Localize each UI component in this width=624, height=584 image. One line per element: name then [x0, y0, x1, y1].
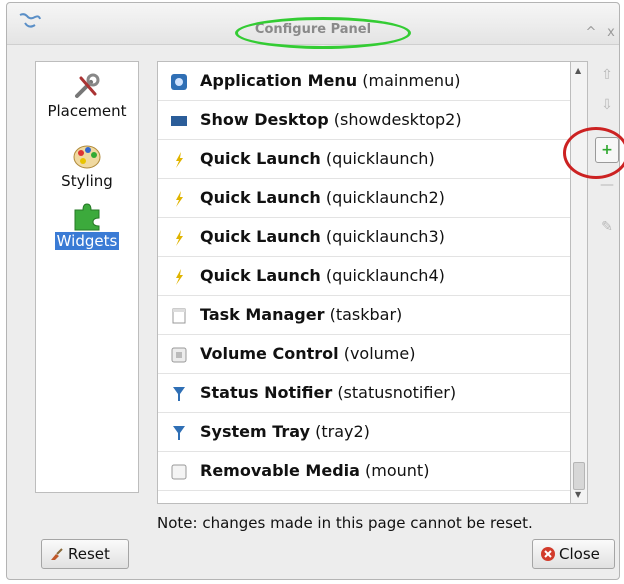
list-item[interactable]: Task Manager (taskbar) [158, 296, 570, 335]
widget-id: (mount) [365, 461, 430, 480]
list-item[interactable]: Status Notifier (statusnotifier) [158, 374, 570, 413]
wrench-screwdriver-icon [75, 73, 100, 98]
scroll-down-arrow-icon[interactable]: ▼ [575, 490, 581, 499]
reset-button-label: Reset [68, 545, 110, 563]
scrollbar-thumb[interactable] [573, 462, 585, 490]
list-item[interactable]: Removable Media (mount) [158, 452, 570, 491]
widget-id: (quicklaunch2) [325, 188, 445, 207]
paint-palette-icon [73, 145, 101, 169]
sidebar-item-styling[interactable]: Styling [36, 140, 138, 190]
desktop-icon [171, 116, 187, 126]
list-item[interactable]: Show Desktop (showdesktop2) [158, 101, 570, 140]
widget-name: System Tray [200, 422, 310, 441]
puzzle-piece-icon [74, 203, 100, 231]
widget-name: Show Desktop [200, 110, 329, 129]
list-item[interactable]: Application Menu (mainmenu) [158, 62, 570, 101]
sidebar-item-label: Styling [61, 172, 113, 190]
widget-name: Quick Launch [200, 149, 321, 168]
list-item[interactable]: Quick Launch (quicklaunch4) [158, 257, 570, 296]
widget-id: (quicklaunch3) [325, 227, 445, 246]
list-item[interactable]: Quick Launch (quicklaunch2) [158, 179, 570, 218]
widget-id: (taskbar) [329, 305, 403, 324]
widget-id: (statusnotifier) [337, 383, 457, 402]
sidebar-item-widgets[interactable]: Widgets [36, 200, 138, 250]
reset-note: Note: changes made in this page cannot b… [157, 514, 533, 532]
category-sidebar: Placement Styling Widgets [35, 61, 139, 493]
sidebar-item-placement[interactable]: Placement [36, 70, 138, 120]
list-scrollbar[interactable]: ▲ ▼ [571, 61, 588, 504]
launcher-icon [176, 230, 183, 246]
move-down-button[interactable]: ⇩ [595, 93, 619, 119]
tray-icon [173, 426, 185, 440]
broom-icon [51, 548, 63, 560]
close-button[interactable]: Close [532, 539, 615, 569]
close-circle-icon [541, 547, 555, 561]
reset-button[interactable]: Reset [41, 539, 129, 569]
launcher-icon [176, 269, 183, 285]
configure-panel-dialog: Configure Panel ^ x Placement Styling Wi… [6, 2, 624, 580]
launcher-icon [176, 191, 183, 207]
title-bar[interactable]: Configure Panel ^ x [7, 3, 619, 49]
volume-icon [171, 347, 187, 363]
maximize-button[interactable]: ^ [583, 25, 599, 40]
scroll-up-arrow-icon[interactable]: ▲ [575, 66, 581, 75]
widget-name: Removable Media [200, 461, 360, 480]
taskbar-icon [172, 308, 186, 324]
remove-widget-button[interactable]: — [595, 173, 619, 199]
app-menu-icon [171, 74, 187, 90]
widget-list[interactable]: Application Menu (mainmenu) Show Desktop… [157, 61, 571, 504]
widget-id: (quicklaunch) [325, 149, 435, 168]
widget-name: Task Manager [200, 305, 325, 324]
sidebar-item-label: Widgets [54, 232, 120, 250]
launcher-icon [176, 152, 183, 168]
widget-name: Quick Launch [200, 188, 321, 207]
notifier-icon [173, 387, 185, 401]
widget-name: Volume Control [200, 344, 339, 363]
widget-id: (quicklaunch4) [325, 266, 445, 285]
widget-id: (volume) [343, 344, 416, 363]
add-widget-button[interactable]: + [595, 137, 619, 163]
widget-id: (showdesktop2) [333, 110, 462, 129]
list-item[interactable]: Volume Control (volume) [158, 335, 570, 374]
configure-widget-button[interactable]: ✎ [595, 215, 619, 241]
list-item[interactable]: Quick Launch (quicklaunch) [158, 140, 570, 179]
window-title: Configure Panel [254, 22, 372, 37]
widget-name: Quick Launch [200, 266, 321, 285]
list-item[interactable]: System Tray (tray2) [158, 413, 570, 452]
sidebar-item-label: Placement [47, 102, 127, 120]
list-item[interactable]: Quick Launch (quicklaunch3) [158, 218, 570, 257]
close-window-button[interactable]: x [603, 25, 619, 40]
widget-name: Application Menu [200, 71, 358, 90]
widget-id: (tray2) [315, 422, 370, 441]
media-icon [171, 464, 187, 480]
move-up-button[interactable]: ⇧ [595, 63, 619, 89]
close-button-label: Close [559, 545, 600, 563]
widget-id: (mainmenu) [362, 71, 461, 90]
widget-name: Quick Launch [200, 227, 321, 246]
widget-name: Status Notifier [200, 383, 333, 402]
